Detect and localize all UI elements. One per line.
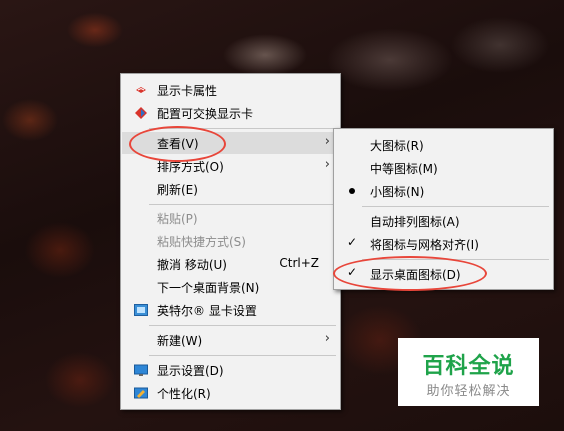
- display-card-icon: [136, 87, 146, 93]
- menu-item-undo-move[interactable]: 撤消 移动(U) Ctrl+Z: [122, 253, 339, 275]
- menu-item-label: 显示卡属性: [157, 84, 218, 98]
- personalize-icon: [134, 387, 148, 399]
- menu-item-next-background[interactable]: 下一个桌面背景(N): [122, 276, 339, 298]
- menu-item-label: 粘贴(P): [157, 212, 198, 226]
- menu-item-label: 查看(V): [157, 137, 199, 151]
- menu-item-display-settings[interactable]: 显示设置(D): [122, 359, 339, 381]
- menu-item-label: 排序方式(O): [157, 160, 224, 174]
- graphics-switch-icon: [135, 107, 147, 119]
- menu-item-label: 英特尔® 显卡设置: [157, 304, 257, 318]
- menu-item-shortcut: Ctrl+Z: [279, 256, 319, 270]
- menu-item-display-card-properties[interactable]: 显示卡属性: [122, 79, 339, 101]
- desktop-context-menu: 显示卡属性 配置可交换显示卡 查看(V) › 排序方式(O) › 刷新(E) 粘…: [120, 73, 341, 410]
- chevron-right-icon: ›: [324, 134, 330, 149]
- menu-item-label: 自动排列图标(A): [370, 215, 460, 229]
- menu-item-new[interactable]: 新建(W) ›: [122, 329, 339, 351]
- menu-separator: [149, 325, 336, 326]
- menu-item-label: 将图标与网格对齐(I): [370, 238, 479, 252]
- view-submenu: 大图标(R) 中等图标(M) 小图标(N) 自动排列图标(A) ✓ 将图标与网格…: [333, 128, 554, 290]
- menu-separator: [362, 259, 549, 260]
- menu-item-label: 小图标(N): [370, 185, 425, 199]
- menu-item-personalize[interactable]: 个性化(R): [122, 382, 339, 404]
- submenu-item-medium-icons[interactable]: 中等图标(M): [335, 157, 552, 179]
- menu-separator: [362, 206, 549, 207]
- submenu-item-large-icons[interactable]: 大图标(R): [335, 134, 552, 156]
- menu-item-configure-switchable-graphics[interactable]: 配置可交换显示卡: [122, 102, 339, 124]
- menu-separator: [149, 355, 336, 356]
- menu-item-label: 中等图标(M): [370, 162, 438, 176]
- radio-bullet-icon: [349, 188, 355, 194]
- menu-item-label: 显示设置(D): [157, 364, 224, 378]
- menu-item-label: 刷新(E): [157, 183, 198, 197]
- watermark-title: 百科全说: [422, 354, 515, 379]
- menu-item-intel-graphics-settings[interactable]: 英特尔® 显卡设置: [122, 299, 339, 321]
- submenu-item-align-to-grid[interactable]: ✓ 将图标与网格对齐(I): [335, 233, 552, 255]
- menu-separator: [149, 204, 336, 205]
- menu-item-view[interactable]: 查看(V) ›: [122, 132, 339, 154]
- menu-item-label: 下一个桌面背景(N): [157, 281, 260, 295]
- menu-item-label: 大图标(R): [370, 139, 424, 153]
- submenu-item-auto-arrange[interactable]: 自动排列图标(A): [335, 210, 552, 232]
- submenu-item-small-icons[interactable]: 小图标(N): [335, 180, 552, 202]
- menu-item-paste[interactable]: 粘贴(P): [122, 207, 339, 229]
- watermark-subtitle: 助你轻松解决: [426, 384, 511, 399]
- menu-item-refresh[interactable]: 刷新(E): [122, 178, 339, 200]
- menu-item-sort-by[interactable]: 排序方式(O) ›: [122, 155, 339, 177]
- menu-item-label: 粘贴快捷方式(S): [157, 235, 246, 249]
- menu-item-paste-shortcut[interactable]: 粘贴快捷方式(S): [122, 230, 339, 252]
- watermark: 百科全说 助你轻松解决: [398, 338, 539, 406]
- menu-item-label: 撤消 移动(U): [157, 258, 227, 272]
- monitor-icon: [134, 364, 148, 376]
- chevron-right-icon: ›: [324, 331, 330, 346]
- intel-graphics-icon: [134, 304, 148, 316]
- menu-item-label: 配置可交换显示卡: [157, 107, 254, 121]
- menu-separator: [149, 128, 336, 129]
- submenu-item-show-desktop-icons[interactable]: ✓ 显示桌面图标(D): [335, 263, 552, 285]
- checkmark-icon: ✓: [347, 265, 358, 279]
- chevron-right-icon: ›: [324, 157, 330, 172]
- checkmark-icon: ✓: [347, 235, 358, 249]
- menu-item-label: 个性化(R): [157, 387, 211, 401]
- menu-item-label: 新建(W): [157, 334, 203, 348]
- menu-item-label: 显示桌面图标(D): [370, 268, 461, 282]
